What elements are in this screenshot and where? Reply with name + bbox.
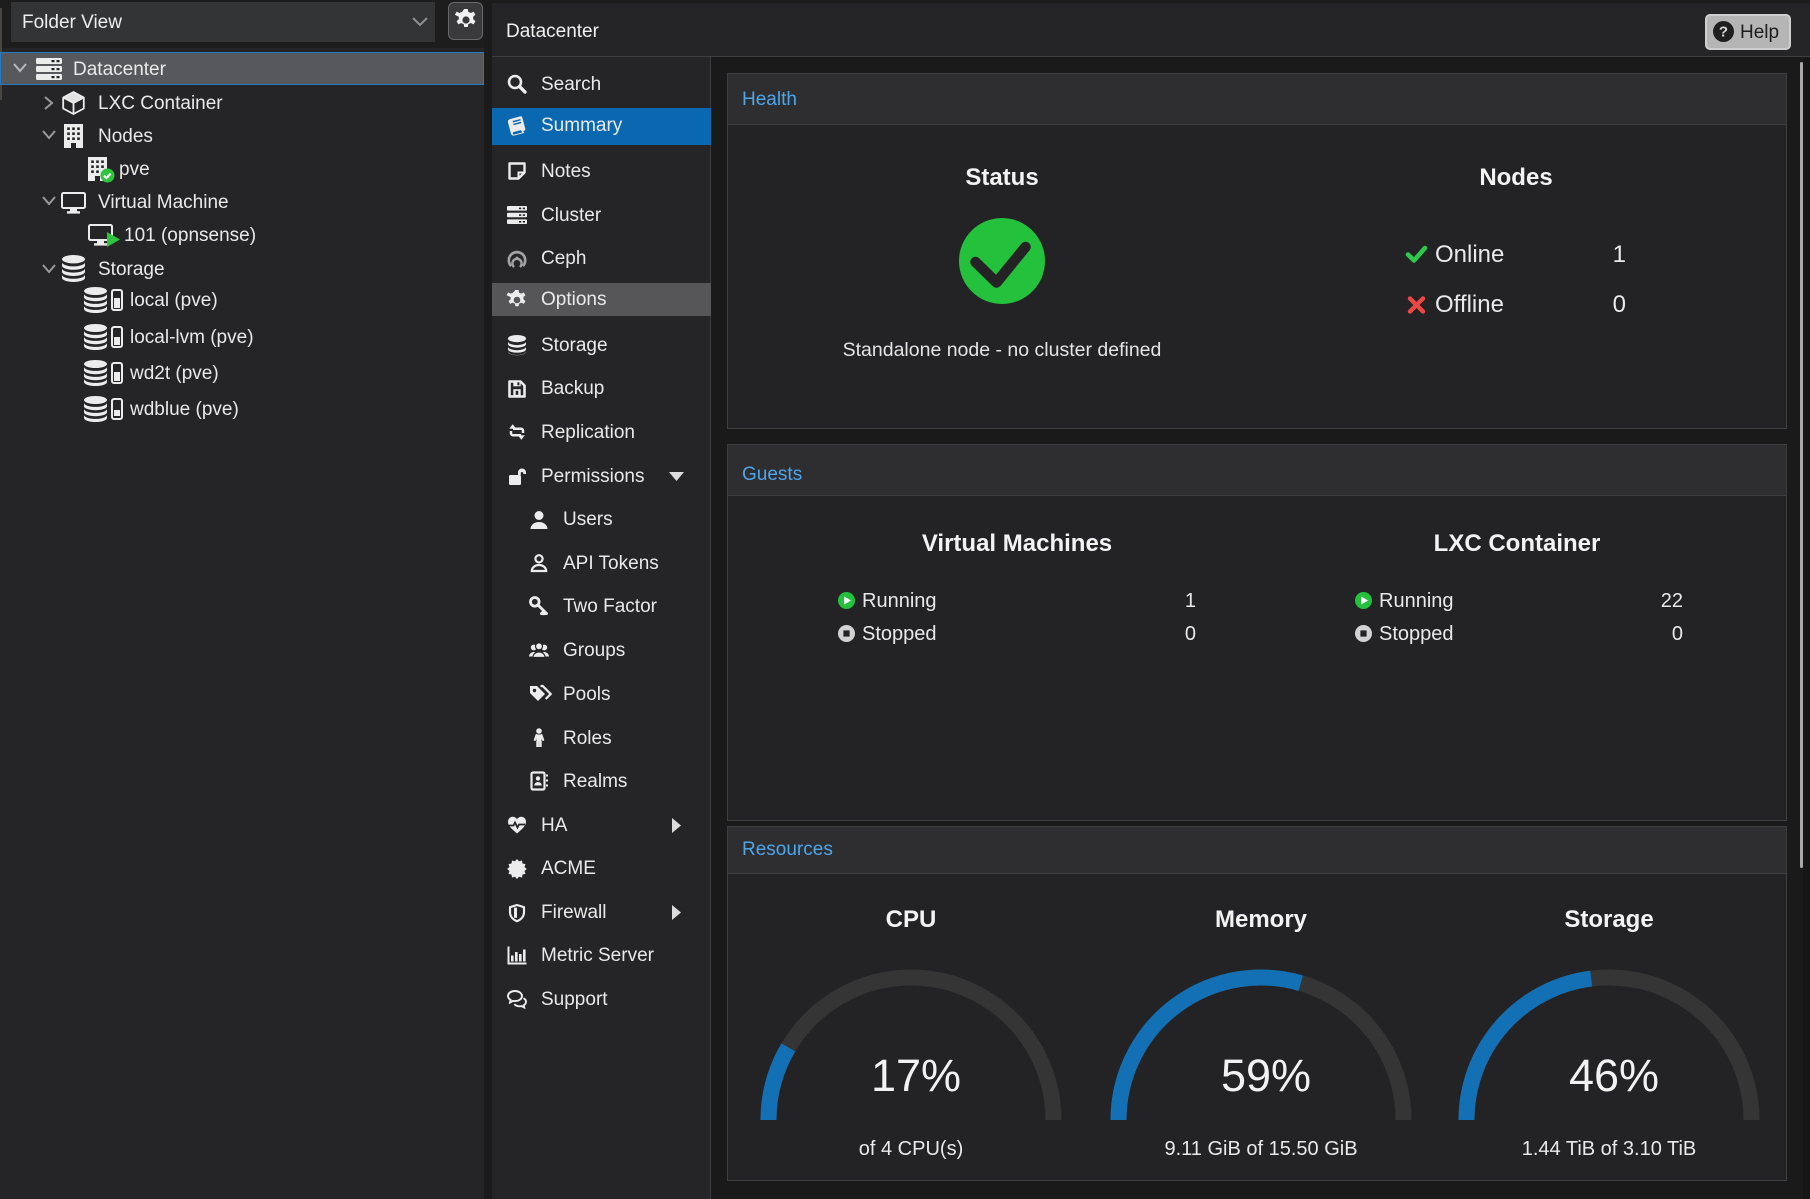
svg-text:?: ?: [1719, 24, 1728, 41]
